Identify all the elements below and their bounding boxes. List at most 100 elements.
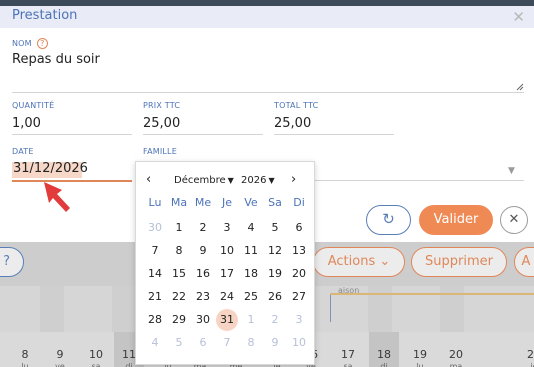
year-value: 2026	[241, 175, 267, 186]
day-cell[interactable]: 5	[167, 333, 191, 353]
delete-button[interactable]: Supprimer	[411, 247, 507, 277]
day-abbreviation: ve	[55, 362, 65, 367]
day-cell[interactable]: 8	[167, 241, 191, 261]
day-column-header: 19 lu	[405, 332, 435, 367]
day-number: 9	[56, 348, 64, 361]
day-cell[interactable]: 12	[263, 241, 287, 261]
day-cell[interactable]: 8	[239, 333, 263, 353]
date-input[interactable]: 31/12/2026	[12, 160, 132, 180]
day-cell[interactable]: 18	[239, 264, 263, 284]
actions-button[interactable]: Actions ⌄	[313, 247, 405, 277]
day-cell[interactable]: 24	[215, 287, 239, 307]
month-value: Décembre	[174, 175, 226, 186]
day-cell[interactable]: 10	[287, 333, 311, 353]
weekday-label: Me	[194, 196, 212, 209]
day-cell[interactable]: 13	[287, 241, 311, 261]
total-input[interactable]: 25,00	[274, 116, 311, 131]
modal-header: Prestation ✕	[0, 6, 534, 28]
day-abbreviation: di	[380, 362, 388, 367]
day-cell[interactable]: 17	[215, 264, 239, 284]
day-cell[interactable]: 7	[215, 333, 239, 353]
day-cell[interactable]: 4	[239, 218, 263, 238]
resize-handle-icon[interactable]	[516, 83, 524, 91]
day-abbreviation: ma	[449, 362, 463, 367]
total-underline	[274, 134, 394, 135]
modal-title: Prestation	[12, 8, 78, 23]
day-cell[interactable]: 30	[143, 218, 167, 238]
weekday-label: Ve	[244, 196, 258, 209]
year-select[interactable]: 2026 ▼	[241, 175, 275, 186]
date-picker: ‹ Décembre ▼ 2026 ▼ › Lu Ma Me Je Ve Sa Di 30 1 2 3…	[135, 161, 315, 365]
chevron-down-icon: ▼	[227, 176, 234, 185]
day-abbreviation: sa	[343, 362, 353, 367]
day-column-header: 17 sa	[333, 332, 363, 367]
day-cell[interactable]: 28	[143, 310, 167, 330]
day-cell[interactable]: 9	[263, 333, 287, 353]
day-cell[interactable]: 19	[263, 264, 287, 284]
nom-input[interactable]: Repas du soir	[12, 52, 100, 67]
day-abbreviation: lu	[416, 362, 424, 367]
day-cell[interactable]: 25	[239, 287, 263, 307]
weekday-header: Lu Ma Me Je Ve Sa Di	[143, 196, 311, 210]
quantite-input[interactable]: 1,00	[12, 116, 41, 131]
day-cell[interactable]: 20	[287, 264, 311, 284]
day-cell[interactable]: 29	[167, 310, 191, 330]
prev-month-icon[interactable]: ‹	[146, 172, 151, 187]
day-cell[interactable]: 22	[167, 287, 191, 307]
refresh-button[interactable]: ↻	[366, 205, 411, 235]
selected-day[interactable]: 31	[216, 309, 238, 331]
day-cell[interactable]: 2	[263, 310, 287, 330]
day-cell[interactable]: 16	[191, 264, 215, 284]
day-cell[interactable]: 6	[287, 218, 311, 238]
day-cell[interactable]: 9	[191, 241, 215, 261]
weekday-label: Je	[221, 196, 232, 209]
day-cell[interactable]: 26	[263, 287, 287, 307]
day-cell[interactable]: 15	[167, 264, 191, 284]
day-cell[interactable]: 3	[215, 218, 239, 238]
day-cell[interactable]: 3	[287, 310, 311, 330]
day-cell[interactable]: 7	[143, 241, 167, 261]
day-column-header: 10 sa	[81, 332, 111, 367]
day-cell[interactable]: 21	[143, 287, 167, 307]
day-cell[interactable]: 6	[191, 333, 215, 353]
day-number: 19	[413, 348, 427, 361]
day-number: 10	[89, 348, 103, 361]
valider-button[interactable]: Valider	[419, 205, 493, 235]
day-abbreviation: lu	[21, 362, 29, 367]
day-cell[interactable]: 1	[239, 310, 263, 330]
day-cell[interactable]: 11	[239, 241, 263, 261]
red-arrow-icon	[44, 182, 70, 212]
famille-label: FAMILLE	[143, 147, 177, 156]
prix-label: PRIX TTC	[143, 101, 181, 110]
day-cell[interactable]: 4	[143, 333, 167, 353]
weekday-label: Di	[293, 196, 305, 209]
close-button[interactable]: ✕	[500, 206, 528, 234]
day-number: 18	[377, 348, 391, 361]
date-label: DATE	[12, 147, 34, 156]
help-icon[interactable]: ?	[36, 38, 48, 49]
chevron-down-icon[interactable]: ▼	[508, 166, 515, 176]
weekday-label: Sa	[268, 196, 282, 209]
day-column-header: 18 di	[369, 332, 399, 367]
next-month-icon[interactable]: ›	[291, 172, 296, 187]
day-cell[interactable]: 27	[287, 287, 311, 307]
modal-close-icon[interactable]: ✕	[512, 8, 525, 26]
date-value: 31/12/2026	[13, 161, 88, 176]
prix-underline	[143, 134, 263, 135]
day-cell[interactable]: 30	[191, 310, 215, 330]
day-column-header: 21je	[519, 332, 534, 367]
reservation-bar[interactable]	[330, 293, 534, 295]
day-cell[interactable]: 23	[191, 287, 215, 307]
grid-cell	[40, 286, 64, 332]
refresh-icon: ↻	[382, 210, 395, 228]
month-select[interactable]: Décembre ▼	[174, 175, 234, 186]
day-cell[interactable]: 10	[215, 241, 239, 261]
prix-input[interactable]: 25,00	[143, 116, 180, 131]
day-cell[interactable]: 1	[167, 218, 191, 238]
day-cell[interactable]: 2	[191, 218, 215, 238]
day-cell[interactable]: 5	[263, 218, 287, 238]
day-column-header: 9 ve	[45, 332, 75, 367]
day-cell[interactable]: 14	[143, 264, 167, 284]
nom-label: NOM?	[12, 38, 48, 49]
nom-underline	[12, 92, 524, 93]
